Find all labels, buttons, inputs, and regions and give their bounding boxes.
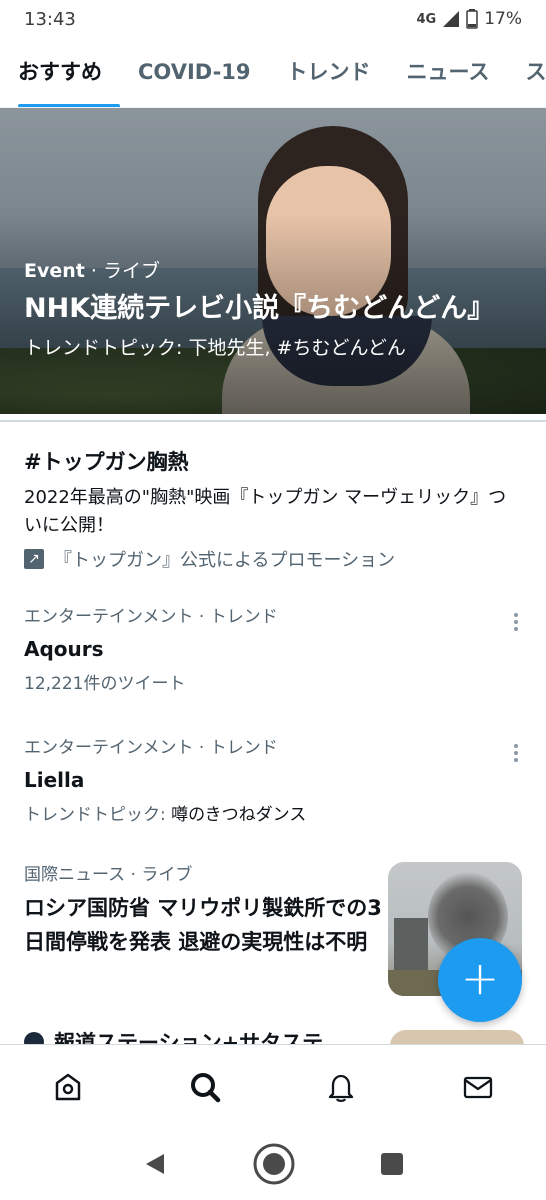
battery-level: 17% <box>484 9 522 29</box>
trend-category: エンターテインメント · トレンド <box>24 738 278 758</box>
more-options-icon[interactable] <box>514 741 520 765</box>
nav-messages-button[interactable] <box>448 1057 508 1117</box>
trend-name: Liella <box>24 768 85 792</box>
explore-tabs: おすすめ COVID-19 トレンド ニュース ス <box>0 38 546 108</box>
tab-trending[interactable]: トレンド <box>269 38 389 107</box>
hero-meta: Event · ライブ <box>24 256 524 283</box>
compose-button[interactable]: + <box>438 938 522 1022</box>
promo-description: 2022年最高の"胸熱"映画『トップガン マーヴェリック』ついに公開！ <box>24 487 507 536</box>
source-name: 報道ステーション+サタステ <box>54 1031 324 1044</box>
trend-topic: トレンドトピック: 噂のきつねダンス <box>24 800 524 825</box>
recents-icon[interactable] <box>380 1152 404 1176</box>
tweet-count: 12,221件のツイート <box>24 674 186 694</box>
system-nav-bar <box>0 1128 546 1200</box>
trend-topic-prefix: トレンドトピック: <box>24 805 172 825</box>
battery-icon <box>466 9 478 29</box>
source-avatar <box>24 1032 44 1044</box>
next-news-item[interactable]: 報道ステーション+サタステ <box>24 1030 524 1044</box>
nav-search-button[interactable] <box>175 1057 235 1117</box>
bell-icon <box>329 1074 354 1102</box>
hero-text: Event · ライブ NHK連続テレビ小説『ちむどんどん』 トレンドトピック:… <box>24 256 524 360</box>
tab-recommended[interactable]: おすすめ <box>0 38 120 107</box>
next-news-thumbnail <box>390 1030 524 1044</box>
divider <box>0 420 546 422</box>
mail-icon <box>463 1076 492 1098</box>
trend-item[interactable]: エンターテインメント · トレンド Liella トレンドトピック: 噂のきつね… <box>24 733 524 825</box>
trend-name: Aqours <box>24 637 104 661</box>
news-item[interactable]: 国際ニュース · ライブ ロシア国防省 マリウポリ製鉄所での3日間停戦を発表 退… <box>24 860 384 959</box>
home-circle-icon[interactable] <box>252 1142 296 1186</box>
tab-news[interactable]: ニュース <box>389 38 508 107</box>
promoted-trend[interactable]: #トップガン胸熱 2022年最高の"胸熱"映画『トップガン マーヴェリック』つい… <box>24 446 524 572</box>
network-type: 4G <box>416 11 437 27</box>
news-category: 国際ニュース · ライブ <box>24 865 193 885</box>
back-icon[interactable] <box>142 1151 168 1177</box>
home-icon <box>56 1073 81 1100</box>
status-bar: 13:43 4G 17% <box>0 0 546 38</box>
hero-title: NHK連続テレビ小説『ちむどんどん』 <box>24 293 495 324</box>
nav-notifications-button[interactable] <box>311 1057 371 1117</box>
nav-home-button[interactable] <box>38 1057 98 1117</box>
more-options-icon[interactable] <box>514 610 520 634</box>
promo-attribution: ↗ 『トップガン』公式によるプロモーション <box>24 546 524 572</box>
trend-item[interactable]: エンターテインメント · トレンド Aqours 12,221件のツイート <box>24 602 524 694</box>
signal-icon <box>443 11 460 27</box>
live-label: · ライブ <box>84 260 160 282</box>
tab-sports[interactable]: ス <box>507 38 546 107</box>
hero-event-card[interactable]: Event · ライブ NHK連続テレビ小説『ちむどんどん』 トレンドトピック:… <box>0 108 546 414</box>
status-indicators: 4G 17% <box>416 9 522 29</box>
promo-by-text: 『トップガン』公式によるプロモーション <box>54 550 396 571</box>
trend-category: エンターテインメント · トレンド <box>24 607 278 627</box>
event-label: Event <box>24 260 85 282</box>
news-title: ロシア国防省 マリウポリ製鉄所での3日間停戦を発表 退避の実現性は不明 <box>24 896 382 954</box>
status-time: 13:43 <box>24 8 76 30</box>
bottom-nav <box>0 1044 546 1128</box>
hero-subtitle: トレンドトピック: 下地先生, #ちむどんどん <box>24 337 406 359</box>
promo-title: #トップガン胸熱 <box>24 450 189 474</box>
search-icon <box>190 1072 220 1102</box>
trend-topic-text: 噂のきつねダンス <box>171 805 307 825</box>
tab-covid[interactable]: COVID-19 <box>120 38 269 107</box>
promoted-icon: ↗ <box>24 549 44 569</box>
